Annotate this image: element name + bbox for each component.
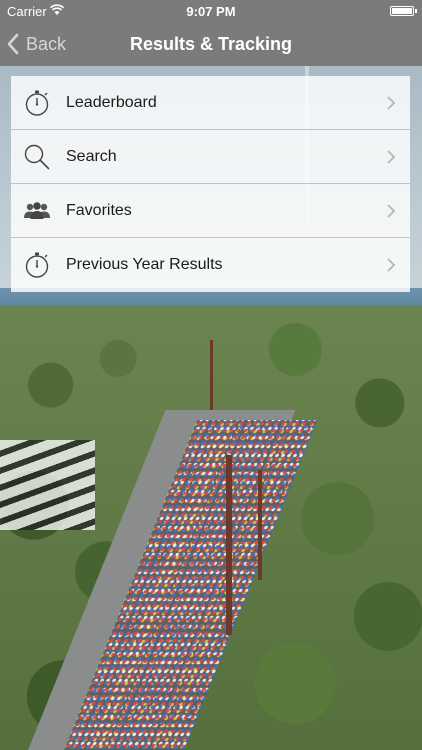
navigation-bar: Back Results & Tracking [0, 22, 422, 66]
chevron-right-icon [387, 258, 396, 272]
chevron-right-icon [387, 150, 396, 164]
background-utility-pole [226, 455, 232, 635]
menu-item-label: Leaderboard [66, 94, 157, 111]
background-utility-pole [258, 470, 262, 580]
menu-item-search[interactable]: Search [11, 130, 410, 184]
background-houses [0, 440, 95, 530]
menu-item-label: Favorites [66, 202, 132, 219]
stopwatch-icon [25, 90, 49, 116]
search-icon [24, 144, 50, 170]
menu-item-label: Previous Year Results [66, 256, 223, 273]
people-icon [24, 202, 50, 219]
background-utility-pole [210, 340, 213, 410]
results-menu: Leaderboard Search Favorites Previous Ye… [11, 76, 410, 292]
status-bar: Carrier 9:07 PM [0, 0, 422, 22]
menu-item-previous-year-results[interactable]: Previous Year Results [11, 238, 410, 292]
menu-item-label: Search [66, 148, 117, 165]
stopwatch-icon [25, 252, 49, 278]
status-time: 9:07 PM [186, 4, 236, 19]
chevron-right-icon [387, 96, 396, 110]
chevron-right-icon [387, 204, 396, 218]
menu-item-favorites[interactable]: Favorites [11, 184, 410, 238]
menu-item-leaderboard[interactable]: Leaderboard [11, 76, 410, 130]
battery-icon [390, 6, 417, 16]
page-title: Results & Tracking [129, 34, 293, 54]
